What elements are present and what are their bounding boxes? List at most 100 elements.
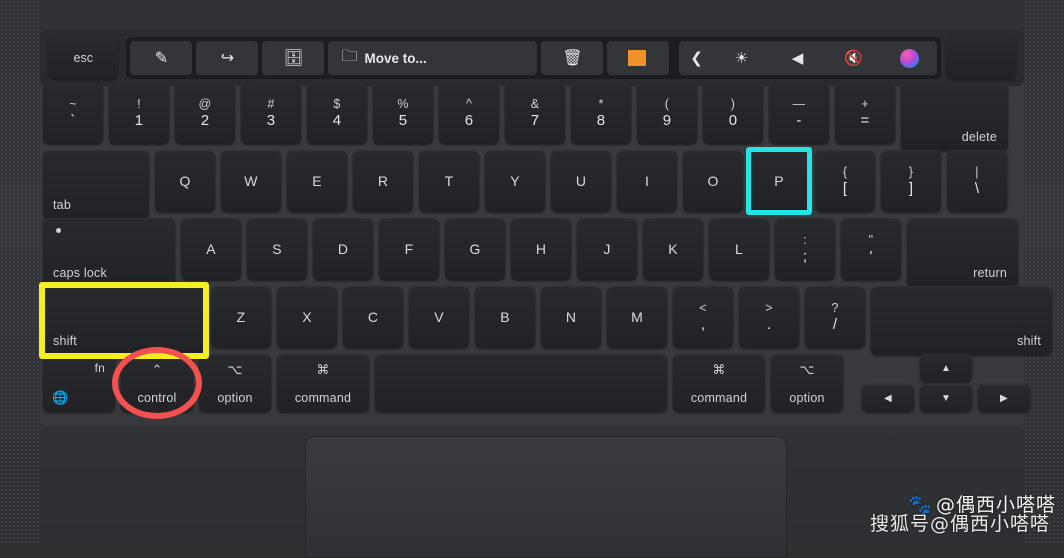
key-semicolon[interactable]: :; bbox=[775, 218, 835, 280]
key-y[interactable]: Y bbox=[485, 150, 545, 212]
key-legend-top: " bbox=[868, 232, 874, 247]
touchbar-move-to-button[interactable]: 🗀 Move to... bbox=[328, 41, 538, 75]
key-delete[interactable]: delete bbox=[901, 82, 1008, 151]
key-slash[interactable]: ? / bbox=[805, 286, 865, 348]
key-option-left[interactable]: ⌥ option bbox=[199, 354, 271, 412]
key-backslash[interactable]: | \ bbox=[947, 150, 1007, 212]
key-o[interactable]: O bbox=[683, 150, 743, 212]
key-row-bottom: fn 🌐 ⌃ control ⌥ option ⌘ command ⌘ command ⌥ optio… bbox=[43, 354, 843, 412]
key-h[interactable]: H bbox=[511, 218, 571, 280]
key-command-right[interactable]: ⌘ command bbox=[673, 354, 765, 412]
key-e[interactable]: E bbox=[287, 150, 347, 212]
key-2[interactable]: @2 bbox=[175, 82, 235, 144]
key-arrow-left[interactable]: ◀ bbox=[862, 384, 914, 412]
key-legend-top: } bbox=[908, 164, 914, 179]
key-legend-top: : bbox=[803, 232, 807, 247]
key-g[interactable]: G bbox=[445, 218, 505, 280]
key-shift-right[interactable]: shift bbox=[871, 286, 1052, 355]
touchbar-siri-icon[interactable] bbox=[881, 48, 937, 68]
key-return[interactable]: return bbox=[907, 218, 1018, 287]
key-v[interactable]: V bbox=[409, 286, 469, 348]
key-fn[interactable]: fn 🌐 bbox=[43, 354, 115, 412]
touchbar-compose-icon[interactable]: ✎ bbox=[130, 41, 193, 75]
key-legend-top: & bbox=[530, 96, 540, 111]
key-p[interactable]: P bbox=[749, 150, 809, 212]
key-legend: * 8 bbox=[597, 97, 606, 129]
key-7[interactable]: & 7 bbox=[505, 82, 565, 144]
touch-id-button[interactable] bbox=[947, 37, 1016, 79]
key-arrow-down[interactable]: ▼ bbox=[920, 384, 972, 412]
touchbar-brightness-icon[interactable]: ☀ bbox=[713, 49, 769, 67]
key-legend: ▶ bbox=[1000, 392, 1008, 404]
key-bracket-right[interactable]: }] bbox=[881, 150, 941, 212]
key-8[interactable]: * 8 bbox=[571, 82, 631, 144]
key-legend: T bbox=[444, 173, 454, 189]
key-space[interactable] bbox=[375, 354, 667, 412]
touchbar-volume-icon[interactable]: ◀ bbox=[769, 49, 825, 67]
touchbar-esc-button[interactable]: esc bbox=[48, 37, 119, 79]
key-x[interactable]: X bbox=[277, 286, 337, 348]
key-command-left[interactable]: ⌘ command bbox=[277, 354, 369, 412]
key-backtick[interactable]: ~ ` bbox=[43, 82, 103, 144]
key-i[interactable]: I bbox=[617, 150, 677, 212]
key-tab[interactable]: tab bbox=[43, 150, 149, 219]
key-quote[interactable]: " ' bbox=[841, 218, 901, 280]
key-d[interactable]: D bbox=[313, 218, 373, 280]
key-l[interactable]: L bbox=[709, 218, 769, 280]
touchbar-mute-icon[interactable]: 🔇 bbox=[825, 49, 881, 67]
key-shift-left[interactable]: shift bbox=[43, 286, 205, 355]
key-minus[interactable]: — - bbox=[769, 82, 829, 144]
key-n[interactable]: N bbox=[541, 286, 601, 348]
key-caps-lock[interactable]: caps lock bbox=[43, 218, 175, 287]
key-m[interactable]: M bbox=[607, 286, 667, 348]
key-5[interactable]: % 5 bbox=[373, 82, 433, 144]
touchbar-archive-icon[interactable]: 🗄 bbox=[262, 41, 325, 75]
key-9[interactable]: (9 bbox=[637, 82, 697, 144]
touchbar-reply-arrow-icon[interactable]: ↪ bbox=[196, 41, 259, 75]
key-c[interactable]: C bbox=[343, 286, 403, 348]
touchbar-flag-icon[interactable] bbox=[607, 41, 670, 75]
key-legend-top: # bbox=[267, 96, 275, 111]
key-legend-bottom: - bbox=[796, 111, 802, 129]
key-legend: #3 bbox=[267, 97, 276, 129]
key-b[interactable]: B bbox=[475, 286, 535, 348]
key-legend: N bbox=[565, 309, 577, 325]
key-legend-top: @ bbox=[198, 96, 212, 111]
key-legend: X bbox=[302, 309, 312, 325]
key-t[interactable]: T bbox=[419, 150, 479, 212]
key-u[interactable]: U bbox=[551, 150, 611, 212]
key-modifier-label: control bbox=[137, 391, 177, 405]
key-1[interactable]: ! 1 bbox=[109, 82, 169, 144]
key-6[interactable]: ^ 6 bbox=[439, 82, 499, 144]
key-j[interactable]: J bbox=[577, 218, 637, 280]
key-modifier-symbol: ⌥ bbox=[227, 362, 243, 377]
key-s[interactable]: S bbox=[247, 218, 307, 280]
key-bracket-left[interactable]: {[ bbox=[815, 150, 875, 212]
key-a[interactable]: A bbox=[181, 218, 241, 280]
key-legend: P bbox=[774, 173, 784, 189]
key-legend-top: * bbox=[598, 96, 604, 111]
key-legend: tab bbox=[53, 198, 71, 212]
key-r[interactable]: R bbox=[353, 150, 413, 212]
touchbar-expand-chevron-icon[interactable]: ❮ bbox=[679, 49, 713, 67]
key-4[interactable]: $4 bbox=[307, 82, 367, 144]
key-arrow-right[interactable]: ▶ bbox=[978, 384, 1030, 412]
key-f[interactable]: F bbox=[379, 218, 439, 280]
key-3[interactable]: #3 bbox=[241, 82, 301, 144]
key-0[interactable]: ) 0 bbox=[703, 82, 763, 144]
key-z[interactable]: Z bbox=[211, 286, 271, 348]
key-w[interactable]: W bbox=[221, 150, 281, 212]
trackpad[interactable] bbox=[305, 436, 787, 558]
key-k[interactable]: K bbox=[643, 218, 703, 280]
key-option-right[interactable]: ⌥ option bbox=[771, 354, 843, 412]
touchbar-delete-trash-icon[interactable]: 🗑 bbox=[541, 41, 604, 75]
key-period[interactable]: >. bbox=[739, 286, 799, 348]
key-control-left[interactable]: ⌃ control bbox=[121, 354, 193, 412]
key-legend-bottom: ` bbox=[70, 111, 76, 129]
archive-icon: 🗄 bbox=[283, 50, 304, 67]
compose-icon: ✎ bbox=[154, 50, 169, 67]
key-equals[interactable]: + = bbox=[835, 82, 895, 144]
key-q[interactable]: Q bbox=[155, 150, 215, 212]
key-arrow-up[interactable]: ▲ bbox=[920, 354, 972, 382]
key-comma[interactable]: <, bbox=[673, 286, 733, 348]
